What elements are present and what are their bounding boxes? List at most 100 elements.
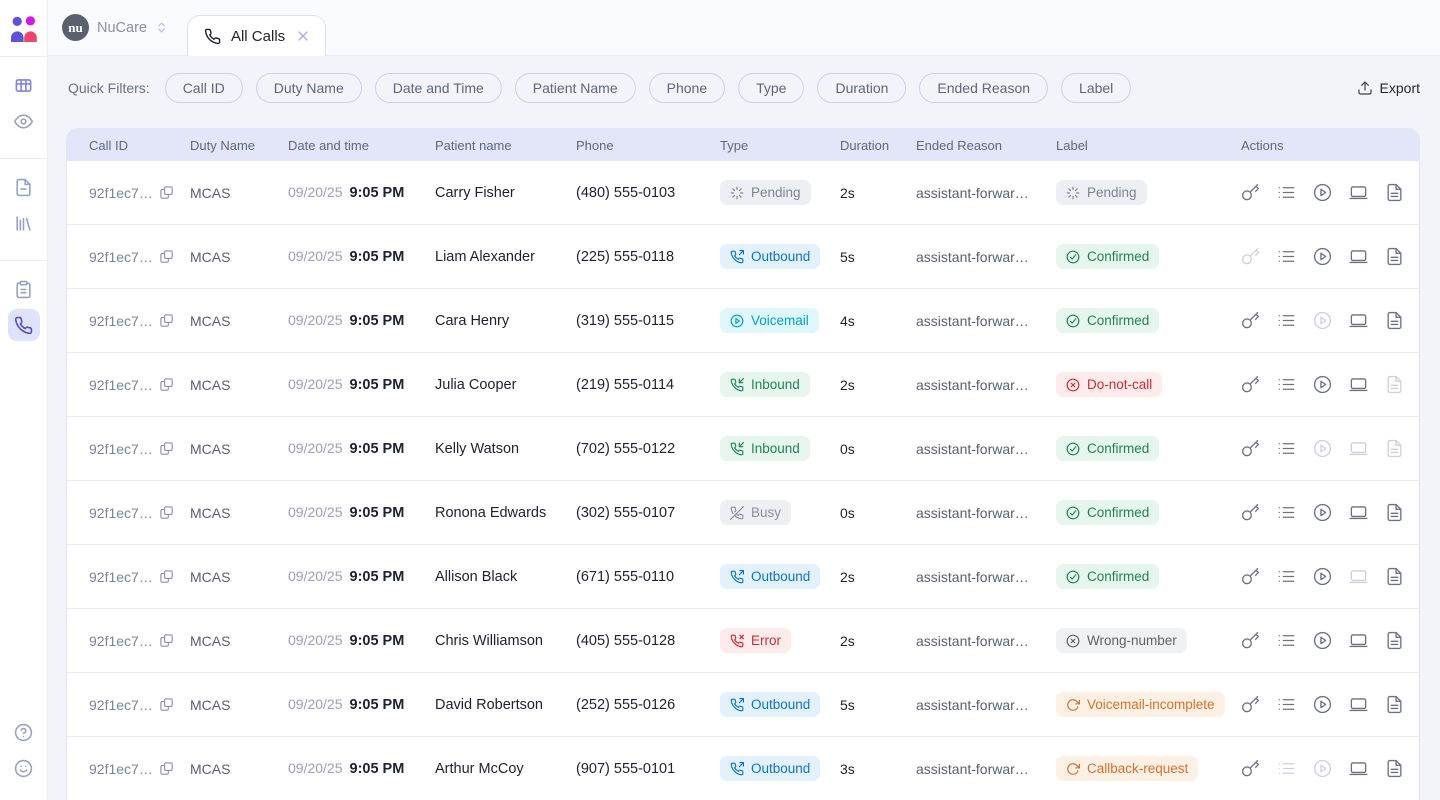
monitor-action-button[interactable]	[1349, 567, 1368, 586]
actions-cell	[1241, 439, 1419, 458]
call-details-action-button[interactable]	[1277, 567, 1296, 586]
play-recording-action-button[interactable]	[1313, 183, 1332, 202]
sidebar-item-documents[interactable]	[8, 171, 40, 203]
transcript-action-button[interactable]	[1385, 375, 1404, 394]
date-time-cell: 09/20/25 9:05 PM	[288, 568, 435, 585]
export-button[interactable]: Export	[1357, 80, 1420, 96]
filter-chip-type[interactable]: Type	[738, 73, 804, 103]
document-icon	[14, 178, 33, 197]
filter-chip-duration[interactable]: Duration	[817, 73, 906, 103]
play-recording-action-button[interactable]	[1313, 439, 1332, 458]
copy-icon[interactable]	[159, 377, 174, 392]
play-recording-action-button[interactable]	[1313, 375, 1332, 394]
monitor-action-button[interactable]	[1349, 247, 1368, 266]
monitor-action-button[interactable]	[1349, 503, 1368, 522]
sidebar-item-duties[interactable]	[8, 273, 40, 305]
filter-chip-phone[interactable]: Phone	[649, 73, 725, 103]
monitor-action-button[interactable]	[1349, 759, 1368, 778]
copy-icon[interactable]	[159, 697, 174, 712]
copy-icon[interactable]	[159, 441, 174, 456]
company-logo[interactable]	[0, 0, 47, 56]
monitor-action-button[interactable]	[1349, 439, 1368, 458]
label-cell: Callback-request	[1056, 756, 1241, 781]
call-details-action-button[interactable]	[1277, 631, 1296, 650]
call-details-action-button[interactable]	[1277, 311, 1296, 330]
call-details-action-button[interactable]	[1277, 183, 1296, 202]
time-value: 9:05 PM	[350, 761, 405, 777]
call-details-action-button[interactable]	[1277, 695, 1296, 714]
document-icon	[1385, 375, 1404, 394]
call-id-value: 92f1ec7…	[89, 633, 153, 649]
access-key-action-button[interactable]	[1241, 183, 1260, 202]
sidebar-item-calls[interactable]	[8, 309, 40, 341]
monitor-action-button[interactable]	[1349, 183, 1368, 202]
filter-chip-ended-reason[interactable]: Ended Reason	[919, 73, 1048, 103]
label-badge-label: Voicemail-incomplete	[1087, 697, 1215, 712]
transcript-action-button[interactable]	[1385, 247, 1404, 266]
copy-icon[interactable]	[159, 633, 174, 648]
filter-chip-duty-name[interactable]: Duty Name	[256, 73, 362, 103]
patient-name-cell: Liam Alexander	[435, 249, 576, 265]
monitor-action-button[interactable]	[1349, 631, 1368, 650]
date-time-cell: 09/20/25 9:05 PM	[288, 248, 435, 265]
play-recording-action-button[interactable]	[1313, 311, 1332, 330]
label-cell: Confirmed	[1056, 564, 1241, 589]
duration-cell: 4s	[840, 313, 916, 329]
label-cell: Confirmed	[1056, 244, 1241, 269]
access-key-action-button[interactable]	[1241, 439, 1260, 458]
filter-chip-date-and-time[interactable]: Date and Time	[375, 73, 502, 103]
copy-icon[interactable]	[159, 761, 174, 776]
monitor-action-button[interactable]	[1349, 375, 1368, 394]
play-recording-action-button[interactable]	[1313, 695, 1332, 714]
copy-icon[interactable]	[159, 313, 174, 328]
sidebar-item-feedback[interactable]	[8, 752, 40, 784]
monitor-action-button[interactable]	[1349, 311, 1368, 330]
access-key-action-button[interactable]	[1241, 631, 1260, 650]
call-details-action-button[interactable]	[1277, 503, 1296, 522]
tab-all-calls[interactable]: All Calls	[187, 15, 326, 56]
copy-icon[interactable]	[159, 185, 174, 200]
access-key-action-button[interactable]	[1241, 503, 1260, 522]
access-key-action-button[interactable]	[1241, 247, 1260, 266]
call-details-action-button[interactable]	[1277, 759, 1296, 778]
play-recording-action-button[interactable]	[1313, 567, 1332, 586]
sidebar-item-help[interactable]	[8, 716, 40, 748]
play-recording-action-button[interactable]	[1313, 503, 1332, 522]
quick-filters-bar: Quick Filters: Call ID Duty Name Date an…	[48, 56, 1440, 120]
filter-chip-call-id[interactable]: Call ID	[165, 73, 243, 103]
transcript-action-button[interactable]	[1385, 503, 1404, 522]
access-key-action-button[interactable]	[1241, 567, 1260, 586]
sidebar-item-library[interactable]	[8, 207, 40, 239]
access-key-action-button[interactable]	[1241, 695, 1260, 714]
play-recording-action-button[interactable]	[1313, 631, 1332, 650]
export-label: Export	[1380, 80, 1420, 96]
copy-icon[interactable]	[159, 569, 174, 584]
upload-icon	[1357, 80, 1373, 96]
transcript-action-button[interactable]	[1385, 695, 1404, 714]
play-recording-action-button[interactable]	[1313, 247, 1332, 266]
transcript-action-button[interactable]	[1385, 567, 1404, 586]
transcript-action-button[interactable]	[1385, 759, 1404, 778]
sidebar-item-tables[interactable]	[8, 69, 40, 101]
play-recording-action-button[interactable]	[1313, 759, 1332, 778]
access-key-action-button[interactable]	[1241, 311, 1260, 330]
main-area: nu NuCare All Calls Quick Filters: Call …	[48, 0, 1440, 800]
transcript-action-button[interactable]	[1385, 631, 1404, 650]
call-details-action-button[interactable]	[1277, 439, 1296, 458]
filter-chip-patient-name[interactable]: Patient Name	[515, 73, 636, 103]
transcript-action-button[interactable]	[1385, 439, 1404, 458]
access-key-action-button[interactable]	[1241, 759, 1260, 778]
monitor-action-button[interactable]	[1349, 695, 1368, 714]
access-key-action-button[interactable]	[1241, 375, 1260, 394]
copy-icon[interactable]	[159, 505, 174, 520]
close-icon[interactable]	[295, 28, 311, 44]
workspace-switcher[interactable]: nu NuCare	[62, 14, 168, 41]
filter-chip-label[interactable]: Label	[1061, 73, 1131, 103]
sidebar-item-views[interactable]	[8, 105, 40, 137]
copy-icon[interactable]	[159, 249, 174, 264]
transcript-action-button[interactable]	[1385, 183, 1404, 202]
label-badge: Pending	[1056, 180, 1147, 205]
call-details-action-button[interactable]	[1277, 247, 1296, 266]
call-details-action-button[interactable]	[1277, 375, 1296, 394]
transcript-action-button[interactable]	[1385, 311, 1404, 330]
